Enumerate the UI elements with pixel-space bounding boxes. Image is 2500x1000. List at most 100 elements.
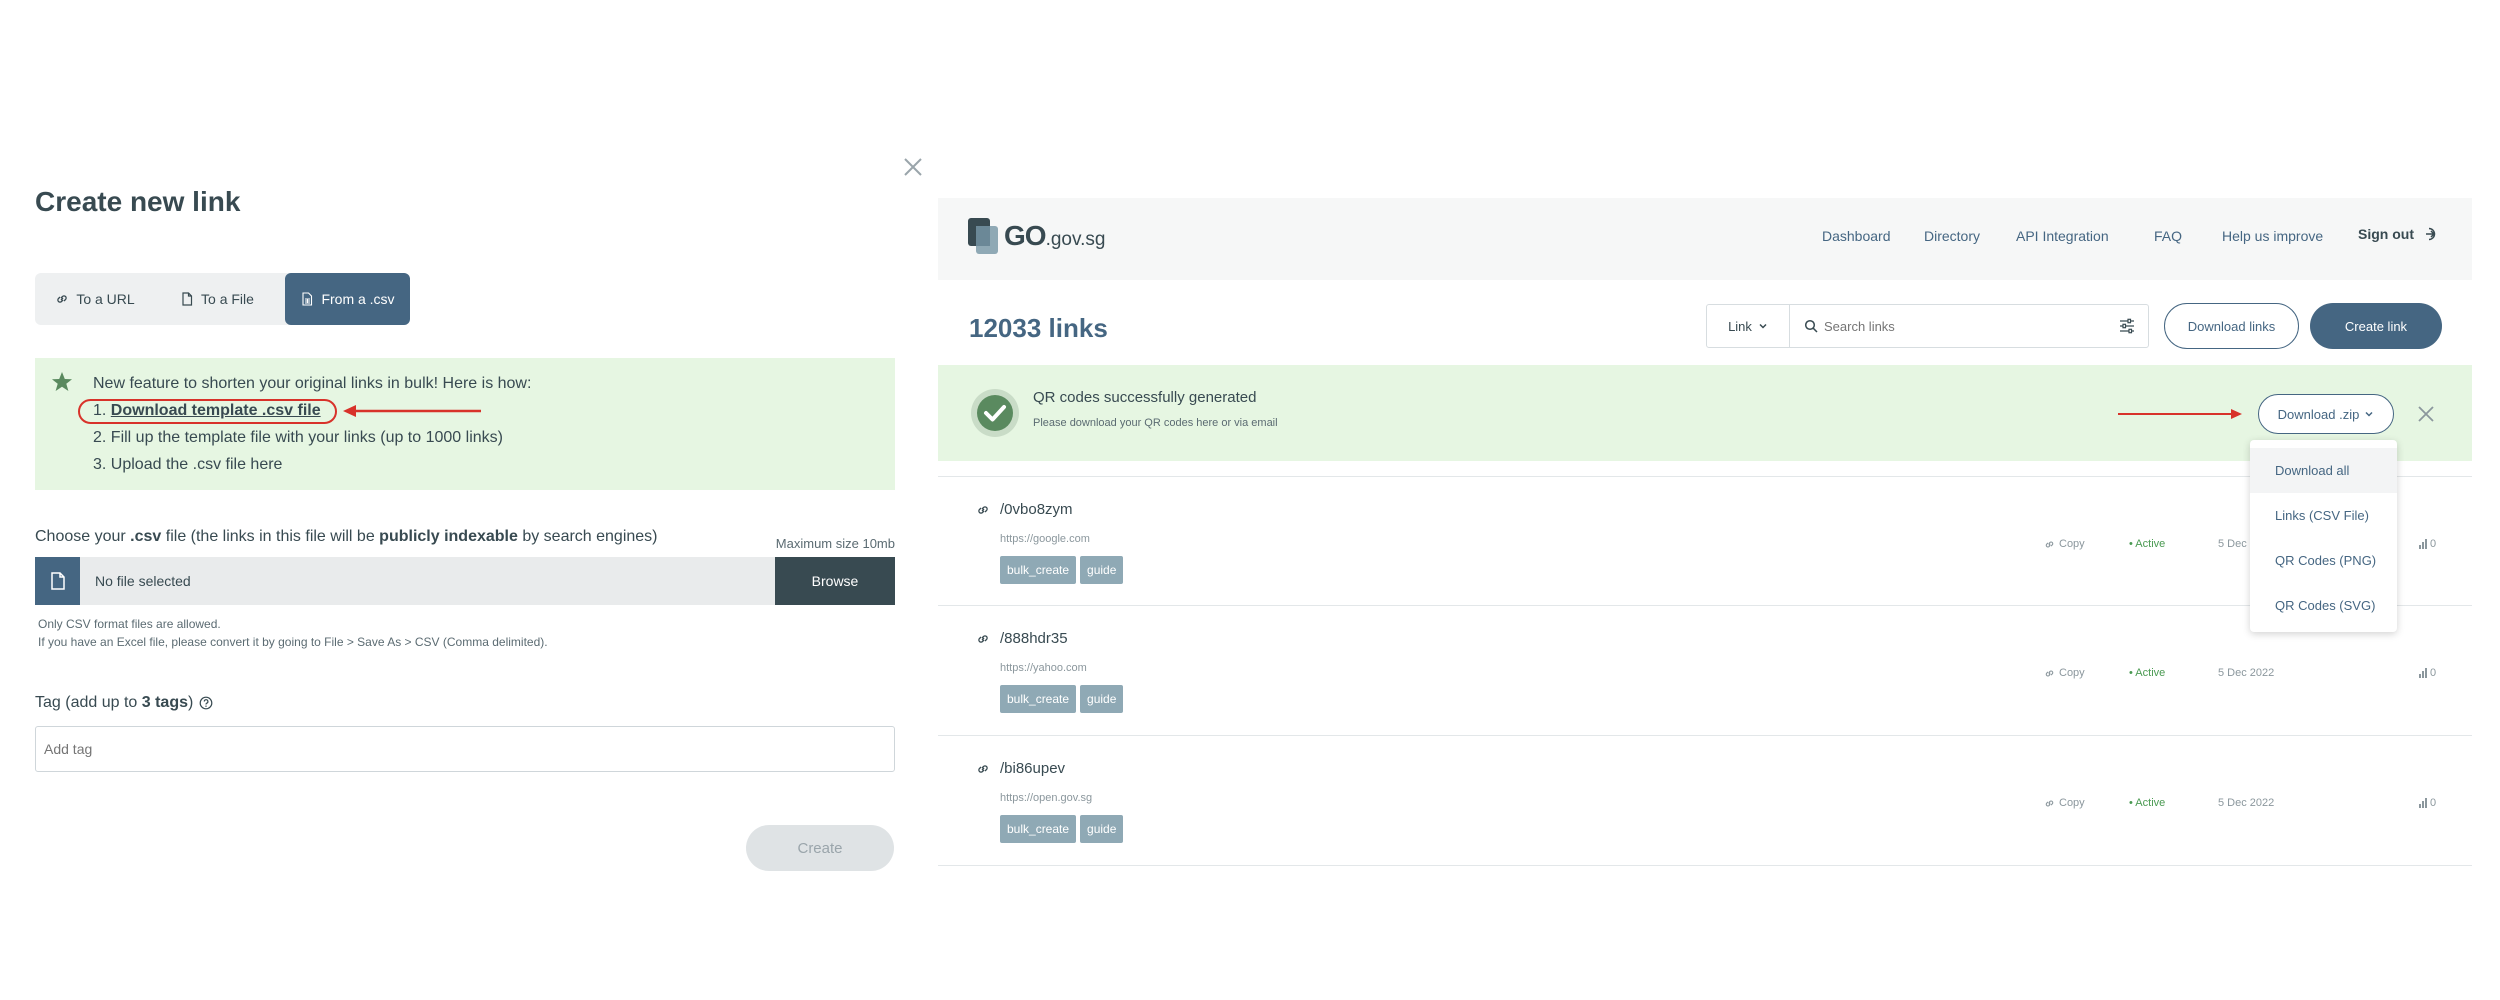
click-count-value: 0 <box>2430 667 2437 679</box>
tab-to-file[interactable]: To a File <box>157 273 277 325</box>
created-date: 5 Dec <box>2218 538 2247 550</box>
arrow-left-icon <box>343 405 481 417</box>
tag-list: bulk_create guide <box>1000 685 1124 713</box>
nav-faq[interactable]: FAQ <box>2154 228 2182 244</box>
tag-chip[interactable]: bulk_create <box>1000 556 1077 584</box>
dropdown-item-download-all[interactable]: Download all <box>2250 448 2397 493</box>
tab-to-url[interactable]: To a URL <box>35 273 155 325</box>
sign-out-button[interactable]: Sign out <box>2358 226 2436 242</box>
logo-icon <box>968 218 998 254</box>
created-date: 5 Dec 2022 <box>2218 667 2275 679</box>
download-zip-dropdown: Download all Links (CSV File) QR Codes (… <box>2250 440 2397 632</box>
short-link[interactable]: /0vbo8zym <box>1000 501 1073 518</box>
link-icon <box>978 506 988 514</box>
download-links-button[interactable]: Download links <box>2164 303 2299 349</box>
tag-input[interactable] <box>35 726 895 772</box>
copy-button[interactable]: Copy <box>2044 538 2085 550</box>
dropdown-item-qr-svg[interactable]: QR Codes (SVG) <box>2250 583 2397 628</box>
tag-chip[interactable]: guide <box>1080 815 1124 843</box>
short-link[interactable]: /888hdr35 <box>1000 630 1068 647</box>
link-type-tabs: To a URL To a File From a .csv <box>35 273 410 325</box>
highlight-oval <box>78 399 337 424</box>
file-icon <box>182 292 193 306</box>
close-icon[interactable] <box>2416 404 2436 424</box>
file-picker[interactable]: No file selected Browse <box>35 557 895 605</box>
nav-api-integration[interactable]: API Integration <box>2016 228 2109 244</box>
search-input[interactable] <box>1824 311 2094 341</box>
check-circle-icon <box>971 389 1019 437</box>
search-type-label: Link <box>1728 318 1752 334</box>
csv-icon <box>302 292 313 306</box>
link-icon <box>2045 541 2054 547</box>
tag-chip[interactable]: bulk_create <box>1000 685 1077 713</box>
label-text: ) <box>188 694 194 711</box>
modal-title: Create new link <box>35 186 241 217</box>
tab-from-csv[interactable]: From a .csv <box>285 273 410 325</box>
tab-label: From a .csv <box>321 291 395 307</box>
status-badge: • Active <box>2129 667 2166 679</box>
create-button[interactable]: Create <box>746 825 894 871</box>
dropdown-item-links-csv[interactable]: Links (CSV File) <box>2250 493 2397 538</box>
tag-chip[interactable]: bulk_create <box>1000 815 1077 843</box>
tag-list: bulk_create guide <box>1000 815 1124 843</box>
tag-chip[interactable]: guide <box>1080 556 1124 584</box>
status-badge: • Active <box>2129 797 2166 809</box>
click-count: 0 <box>2418 538 2436 550</box>
search-icon <box>1804 319 1818 333</box>
bulk-info-box: New feature to shorten your original lin… <box>35 358 895 490</box>
search-type-select[interactable]: Link <box>1707 305 1790 347</box>
logo-text: GO.gov.sg <box>1004 220 1105 252</box>
logo[interactable]: GO.gov.sg <box>968 218 1105 254</box>
bar-chart-icon <box>2419 668 2427 678</box>
label-text-bold: .csv <box>130 528 162 545</box>
original-url: https://google.com <box>1000 533 1090 545</box>
help-line: Only CSV format files are allowed. <box>38 617 221 631</box>
label-text: by search engines) <box>517 528 658 545</box>
copy-button[interactable]: Copy <box>2044 667 2085 679</box>
info-step-2: 2. Fill up the template file with your l… <box>93 429 503 446</box>
tag-label-text: Tag (add up to 3 tags) <box>35 694 193 712</box>
link-row[interactable]: /888hdr35 https://yahoo.com bulk_create … <box>938 606 2472 736</box>
file-icon <box>50 572 65 590</box>
sign-out-icon <box>2426 227 2436 241</box>
dropdown-item-qr-png[interactable]: QR Codes (PNG) <box>2250 538 2397 583</box>
label-text: file (the links in this file will be <box>161 528 380 545</box>
label-text-bold: publicly indexable <box>379 528 518 545</box>
create-link-button[interactable]: Create link <box>2310 303 2442 349</box>
label-text: Tag (add up to <box>35 694 142 711</box>
download-zip-label: Download .zip <box>2277 406 2360 422</box>
help-circle-icon[interactable] <box>199 696 213 710</box>
link-icon <box>2045 670 2054 676</box>
tab-label: To a File <box>201 291 254 307</box>
filter-icon[interactable] <box>2118 317 2136 335</box>
short-link[interactable]: /bi86upev <box>1000 760 1065 777</box>
click-count: 0 <box>2418 797 2436 809</box>
link-icon <box>978 765 988 773</box>
click-count: 0 <box>2418 667 2436 679</box>
links-count: 12033 links <box>969 313 1108 343</box>
tag-chip[interactable]: guide <box>1080 685 1124 713</box>
sign-out-label: Sign out <box>2358 226 2414 242</box>
nav-dashboard[interactable]: Dashboard <box>1822 228 1891 244</box>
chevron-down-icon <box>2365 411 2373 417</box>
browse-button[interactable]: Browse <box>775 557 895 605</box>
link-icon <box>57 295 68 303</box>
link-row[interactable]: /0vbo8zym https://google.com bulk_create… <box>938 476 2472 606</box>
close-icon[interactable] <box>902 156 924 178</box>
label-text-bold: 3 tags <box>141 694 188 711</box>
app-screenshot: GO.gov.sg Dashboard Directory API Integr… <box>938 198 2472 866</box>
status-badge: • Active <box>2129 538 2166 550</box>
bar-chart-icon <box>2419 539 2427 549</box>
link-row[interactable]: /bi86upev https://open.gov.sg bulk_creat… <box>938 736 2472 866</box>
banner-subtitle: Please download your QR codes here or vi… <box>1033 417 1278 429</box>
click-count-value: 0 <box>2430 797 2437 809</box>
download-zip-button[interactable]: Download .zip <box>2258 394 2394 434</box>
search-bar: Link <box>1706 304 2149 348</box>
tag-list: bulk_create guide <box>1000 556 1124 584</box>
nav-directory[interactable]: Directory <box>1924 228 1980 244</box>
qr-success-banner: QR codes successfully generated Please d… <box>938 365 2472 461</box>
banner-title: QR codes successfully generated <box>1033 389 1257 406</box>
info-step-3: 3. Upload the .csv file here <box>93 456 283 473</box>
nav-help-us-improve[interactable]: Help us improve <box>2222 228 2323 244</box>
copy-button[interactable]: Copy <box>2044 797 2085 809</box>
